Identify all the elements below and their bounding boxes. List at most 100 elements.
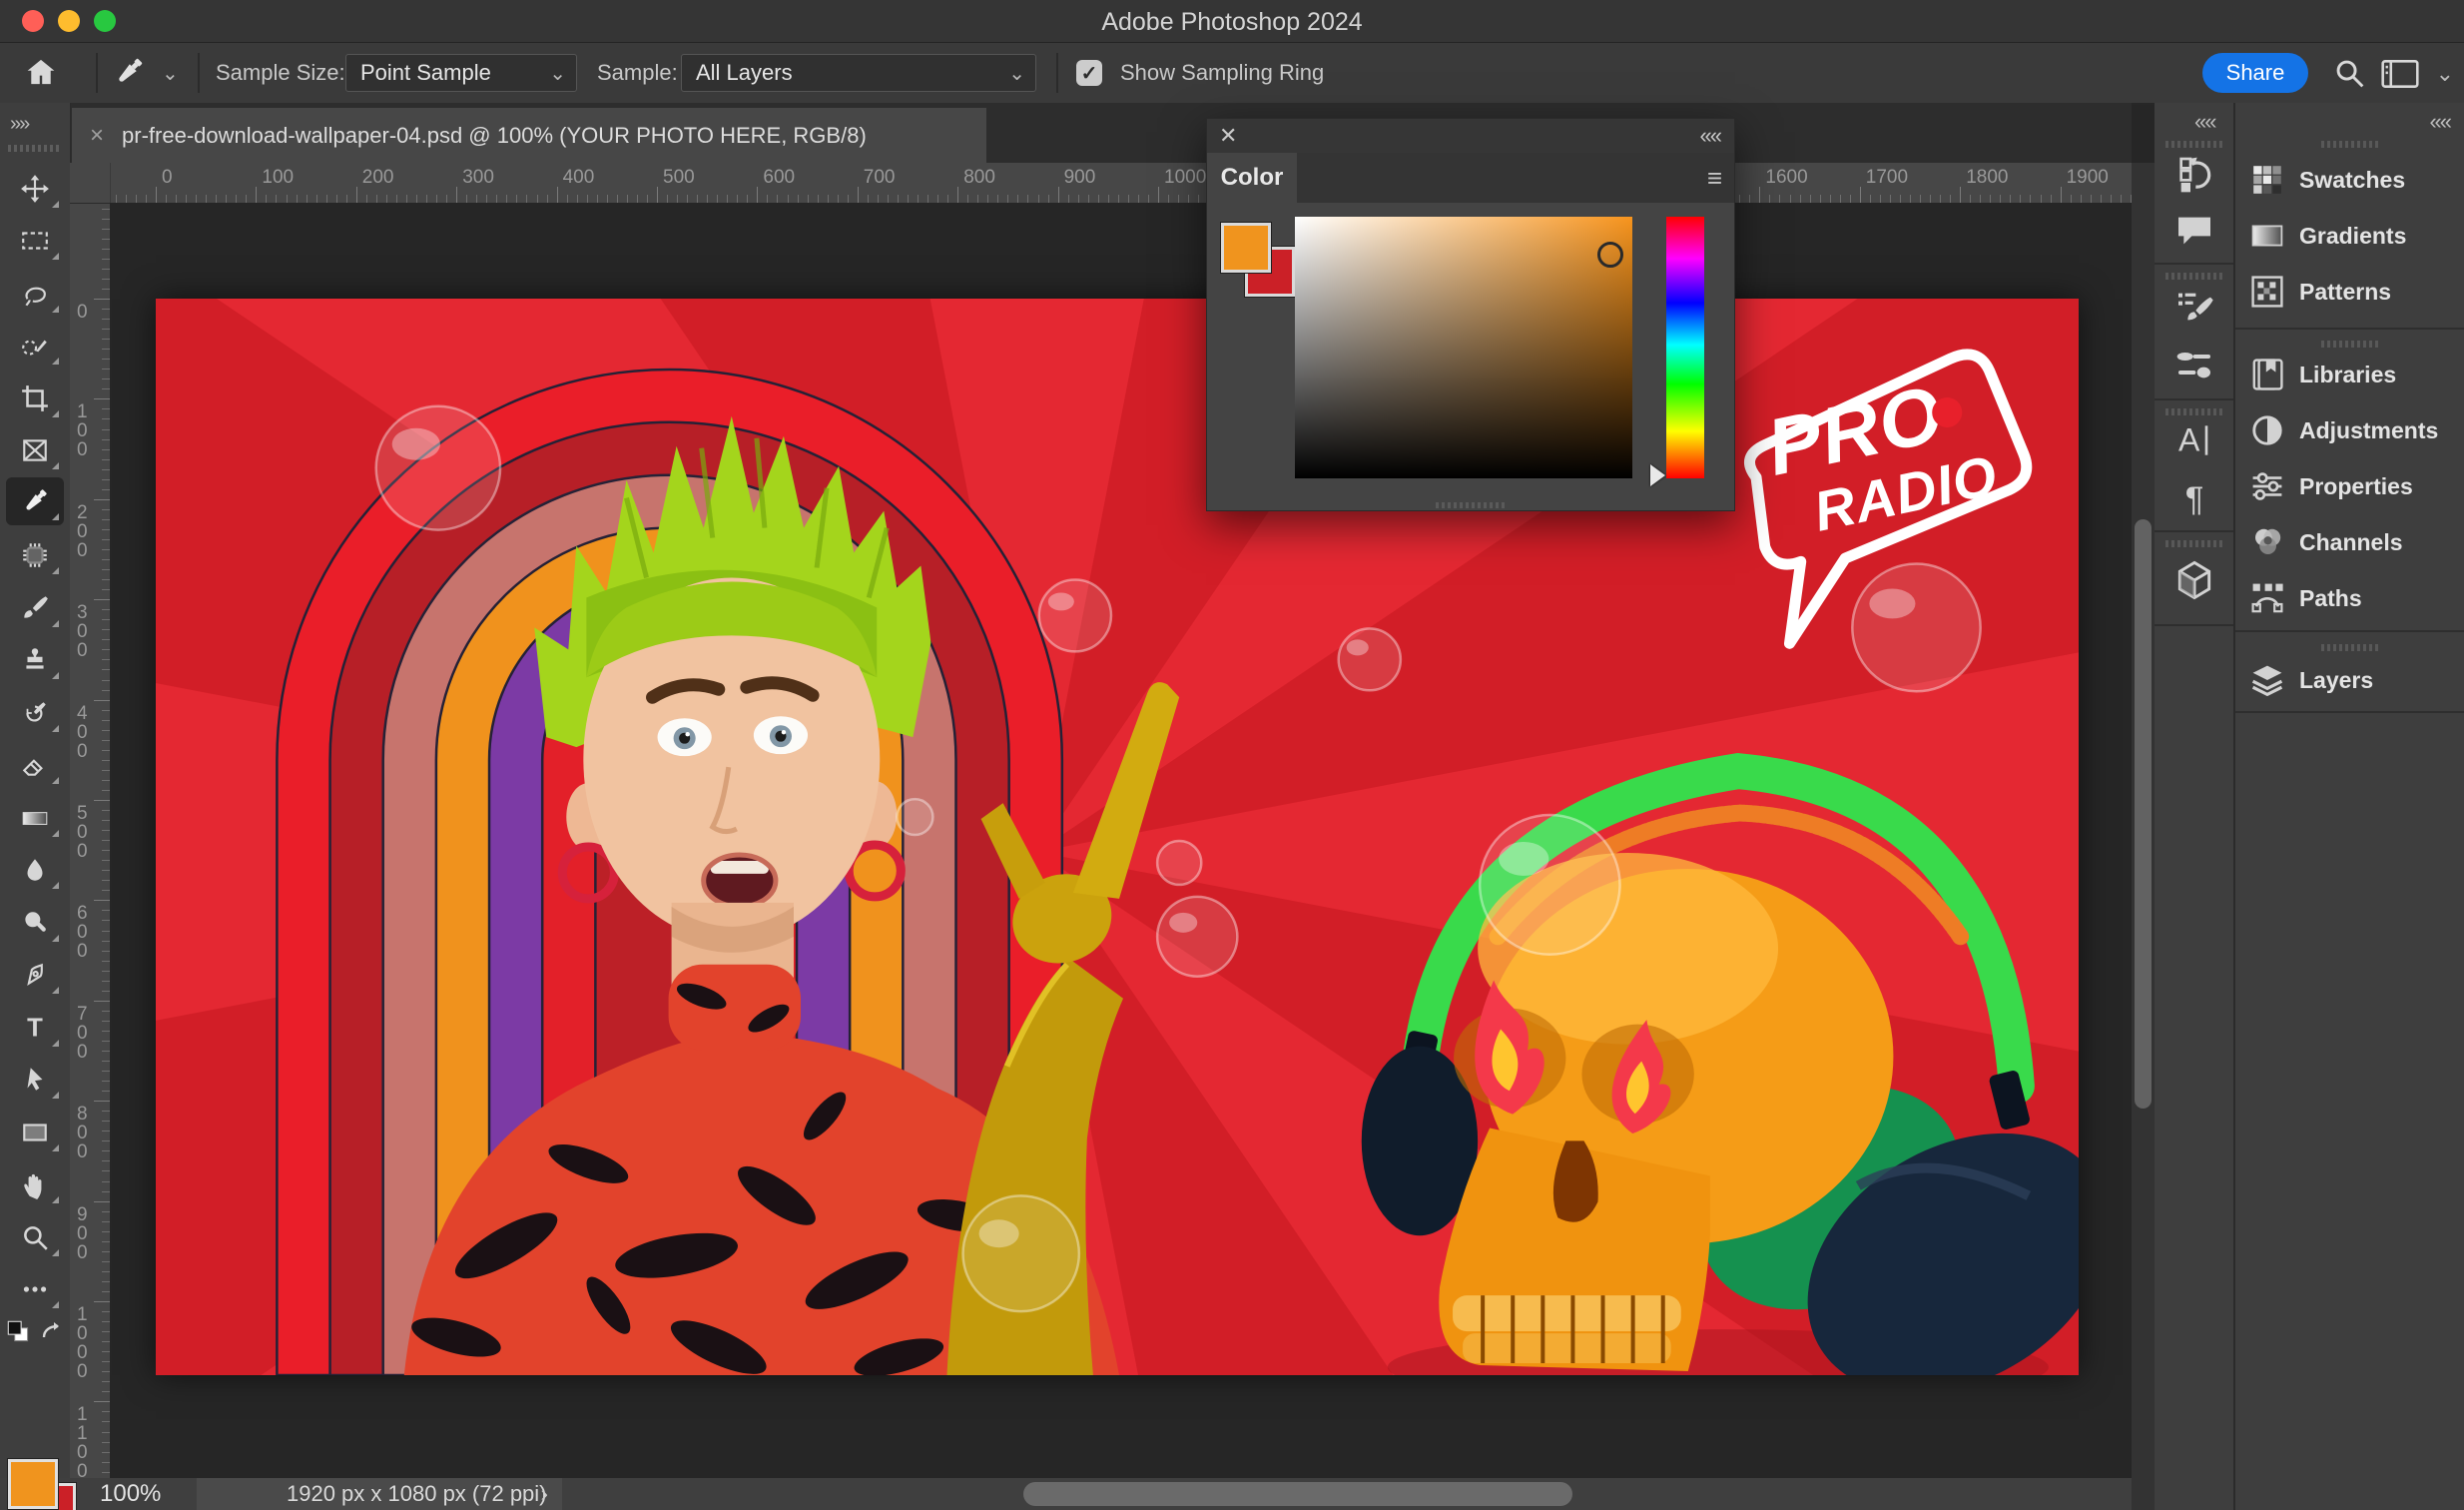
toolbar-grip[interactable] [8,145,62,152]
brushes-panel-icon[interactable] [2174,345,2214,389]
ruler-tick [307,195,308,203]
vertical-scrollbar-thumb[interactable] [2135,519,2152,1109]
tool-lasso[interactable] [6,270,64,318]
document-canvas[interactable]: PRO RADIO [156,299,2079,1375]
collapse-panel-icon[interactable]: «« [1700,123,1720,149]
horizontal-scrollbar-thumb[interactable] [1023,1482,1572,1506]
search-icon[interactable] [2332,56,2366,95]
sample-label: Sample: [597,60,678,86]
group-grip[interactable] [2165,540,2223,547]
color-field-marker[interactable] [1597,242,1623,268]
document-tab[interactable]: × pr-free-download-wallpaper-04.psd @ 10… [72,108,986,163]
show-sampling-ring-checkbox[interactable]: ✓ [1076,60,1102,86]
ruler-tick [102,559,110,560]
group-grip[interactable] [2165,408,2223,415]
tool-pen[interactable] [6,951,64,999]
tool-frame[interactable] [6,426,64,474]
panel-button-swatches[interactable]: Swatches [2235,152,2464,208]
tool-rectangle[interactable] [6,1109,64,1156]
panel-button-libraries[interactable]: Libraries [2235,347,2464,402]
panel-label: Swatches [2299,167,2405,194]
ruler-tick [466,195,467,203]
ruler-tick [102,941,110,942]
color-panel-tab[interactable]: Color [1207,153,1297,203]
vertical-scrollbar[interactable] [2132,163,2155,1510]
tool-edit-toolbar[interactable] [6,1265,64,1313]
color-panel-foreground-swatch[interactable] [1221,223,1271,273]
share-button[interactable]: Share [2202,53,2308,93]
ruler-tick [102,259,110,260]
panel-button-gradients[interactable]: Gradients [2235,208,2464,264]
panel-button-layers[interactable]: Layers [2235,652,2464,708]
tool-gradient[interactable] [6,794,64,842]
tool-type[interactable]: T [6,1004,64,1052]
collapse-icon-strip-icon[interactable]: «« [2194,109,2214,135]
tool-hand[interactable] [6,1160,64,1208]
sample-select[interactable]: All Layers ⌄ [681,54,1036,92]
ruler-tick [456,187,457,203]
tool-brush[interactable] [6,584,64,632]
panel-resize-grip[interactable] [1436,502,1506,508]
tool-dodge[interactable] [6,899,64,947]
ruler-tick [102,1211,110,1212]
character-panel-icon[interactable]: A [2174,420,2214,465]
color-panel-header[interactable]: ✕ «« [1207,119,1734,153]
group-grip[interactable] [2165,141,2223,148]
ruler-tick [747,195,748,203]
panel-menu-icon[interactable]: ≡ [1707,163,1722,194]
group-grip[interactable] [2321,141,2379,148]
ruler-tick [102,1331,110,1332]
ruler-tick [2000,195,2001,203]
zoom-level[interactable]: 100% [100,1480,161,1508]
ruler-tick [102,1361,110,1362]
collapse-panels-icon[interactable]: «« [2430,109,2450,135]
workspace-switcher-icon[interactable] [2380,59,2420,94]
sample-size-select[interactable]: Point Sample ⌄ [345,54,577,92]
ruler-tick [1880,195,1881,203]
eyedropper-tool-preview-icon[interactable] [112,55,146,94]
tool-rectangular-marquee[interactable] [6,217,64,265]
hue-slider[interactable] [1666,217,1704,478]
default-colors-icon[interactable] [4,1317,34,1352]
close-tab-icon[interactable]: × [90,122,104,150]
group-grip[interactable] [2165,273,2223,280]
tool-eyedropper[interactable] [6,477,64,525]
expand-toolbar-icon[interactable]: »» [10,113,28,136]
panel-button-patterns[interactable]: Patterns [2235,264,2464,320]
tool-move[interactable] [6,165,64,213]
panel-button-paths[interactable]: Paths [2235,570,2464,626]
comments-panel-icon[interactable] [2174,211,2214,256]
materials-3d-panel-icon[interactable] [2172,558,2216,607]
ruler-tick [927,195,928,203]
saturation-brightness-field[interactable] [1295,217,1632,478]
foreground-color-swatch[interactable] [8,1459,58,1509]
panel-button-properties[interactable]: Properties [2235,458,2464,514]
tool-preset-chevron-icon[interactable]: ⌄ [162,61,179,86]
tool-path-selection[interactable] [6,1056,64,1104]
history-panel-icon[interactable] [2174,155,2214,200]
group-grip[interactable] [2321,644,2379,651]
panel-button-adjustments[interactable]: Adjustments [2235,402,2464,458]
home-icon[interactable] [24,55,58,94]
tool-blur[interactable] [6,846,64,894]
tool-healing-brush[interactable] [6,531,64,579]
tool-zoom[interactable] [6,1213,64,1261]
tool-eraser[interactable] [6,741,64,789]
tool-object-selection[interactable] [6,322,64,370]
ruler-label: 900 [1064,167,1096,189]
swap-colors-icon[interactable] [38,1319,66,1352]
document-size-status[interactable]: 1920 px x 1080 px (72 ppi) › [197,1478,562,1510]
brush-settings-panel-icon[interactable] [2174,287,2214,332]
ruler-tick [102,629,110,630]
workspace-chevron-icon[interactable]: ⌄ [2436,61,2454,87]
ruler-tick [102,659,110,660]
panel-button-channels[interactable]: Channels [2235,514,2464,570]
tool-clone-stamp[interactable] [6,636,64,684]
paragraph-panel-icon[interactable]: ¶ [2174,478,2214,523]
close-panel-icon[interactable]: ✕ [1219,123,1237,149]
hue-slider-handle[interactable] [1650,464,1665,486]
libraries-icon [2235,357,2299,392]
tool-crop[interactable] [6,375,64,422]
status-chevron-icon[interactable]: › [541,1481,548,1507]
tool-history-brush[interactable] [6,689,64,737]
